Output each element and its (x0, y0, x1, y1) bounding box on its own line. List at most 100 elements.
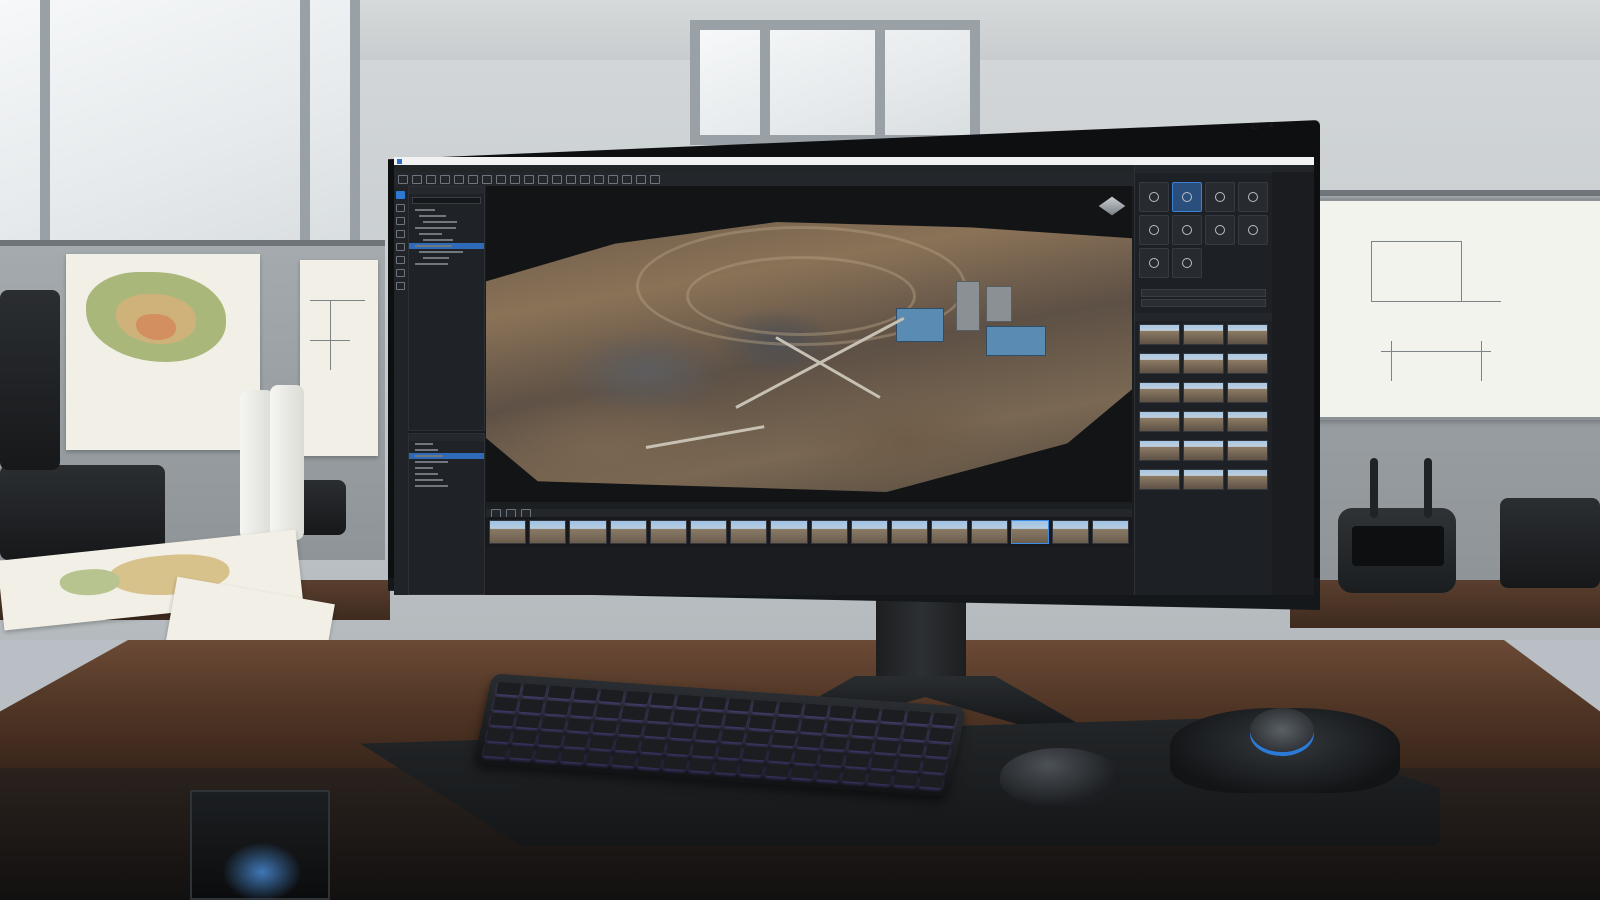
keyboard-key (624, 690, 650, 705)
photo-grid-item[interactable] (1227, 353, 1268, 379)
photo-grid-item[interactable] (1183, 440, 1224, 466)
photo-grid-item[interactable] (1227, 382, 1268, 408)
keyboard-key (518, 699, 544, 714)
sidebar-mode-icon[interactable] (396, 256, 405, 264)
toolbar-tool-icon[interactable] (594, 174, 604, 184)
window-minimize-icon[interactable]: – (1238, 122, 1242, 130)
filmstrip-photo-thumbnail[interactable] (529, 520, 567, 544)
tool-tile[interactable] (1139, 248, 1169, 278)
photo-grid-item[interactable] (1227, 324, 1268, 350)
filmstrip-photo-thumbnail[interactable] (609, 520, 647, 544)
sidebar-mode-icon[interactable] (396, 282, 405, 290)
photo-grid-item[interactable] (1139, 440, 1180, 466)
window-close-icon[interactable]: ✕ (1268, 122, 1274, 130)
toolbar-tool-icon[interactable] (636, 174, 646, 184)
photo-grid-item[interactable] (1139, 469, 1180, 495)
export-button[interactable] (1141, 299, 1266, 307)
tool-tile[interactable] (1205, 215, 1235, 245)
keyboard-key (540, 716, 567, 731)
toolbar-tool-icon[interactable] (552, 174, 562, 184)
toolbar-tool-icon[interactable] (510, 174, 520, 184)
keyboard-key (870, 755, 896, 770)
toolbar-tool-icon[interactable] (538, 174, 548, 184)
tool-tile[interactable] (1172, 182, 1202, 212)
tool-tile[interactable] (1238, 215, 1268, 245)
photo-grid-item[interactable] (1183, 353, 1224, 379)
toolbar-tool-icon[interactable] (426, 174, 436, 184)
toolbar-tool-icon[interactable] (398, 174, 408, 184)
photo-grid-item[interactable] (1139, 382, 1180, 408)
sidebar-mode-icon[interactable] (396, 269, 405, 277)
tool-tile[interactable] (1139, 215, 1169, 245)
photo-grid-item[interactable] (1183, 469, 1224, 495)
toolbar-tool-icon[interactable] (524, 174, 534, 184)
keyboard-key (566, 718, 592, 733)
filmstrip-photo-thumbnail[interactable] (649, 520, 687, 544)
filmstrip-photo-thumbnail[interactable] (931, 520, 969, 544)
sidebar-mode-icon[interactable] (396, 217, 405, 225)
toolbar-tool-icon[interactable] (454, 174, 464, 184)
keyboard-key (771, 732, 797, 747)
photo-grid-item[interactable] (1139, 411, 1180, 437)
toolbar-tool-icon[interactable] (412, 174, 422, 184)
photo-grid-item[interactable] (1227, 469, 1268, 495)
tree-item[interactable] (409, 483, 484, 489)
toolbar-tool-icon[interactable] (580, 174, 590, 184)
toolbar-tool-icon[interactable] (608, 174, 618, 184)
processing-plant-hall (986, 326, 1046, 356)
photo-grid-item[interactable] (1139, 324, 1180, 350)
keyboard-key (489, 712, 515, 727)
photo-image (1227, 324, 1268, 345)
tool-tile[interactable] (1172, 248, 1202, 278)
keyboard-key (893, 772, 919, 787)
keyboard-key (643, 723, 669, 738)
filmstrip-photo-thumbnail[interactable] (1091, 520, 1129, 544)
nav-cube-icon[interactable] (1098, 196, 1126, 216)
pc-tower (190, 790, 330, 900)
toolbar-tool-icon[interactable] (566, 174, 576, 184)
toolbar-tool-icon[interactable] (650, 174, 660, 184)
sidebar-mode-icon[interactable] (396, 230, 405, 238)
filmstrip-photo-thumbnail[interactable] (569, 520, 607, 544)
filmstrip-photo-thumbnail[interactable] (810, 520, 848, 544)
sidebar-mode-icon[interactable] (396, 191, 405, 199)
tool-tile[interactable] (1139, 182, 1169, 212)
toolbar-tool-icon[interactable] (468, 174, 478, 184)
toolbar-tool-icon[interactable] (482, 174, 492, 184)
filmstrip-photo-thumbnail[interactable] (730, 520, 768, 544)
3d-viewport[interactable] (486, 186, 1132, 502)
photo-label (1183, 345, 1224, 350)
workspace-search-input[interactable] (412, 197, 481, 204)
filmstrip-photo-thumbnail[interactable] (689, 520, 728, 544)
filmstrip-photo-thumbnail[interactable] (489, 520, 527, 544)
filmstrip-photo-thumbnail[interactable] (971, 520, 1009, 544)
sidebar-mode-icon[interactable] (396, 243, 405, 251)
keyboard-key (797, 734, 823, 749)
toolbar-tool-icon[interactable] (440, 174, 450, 184)
tree-item[interactable] (409, 261, 484, 267)
filmstrip-photo-thumbnail[interactable] (850, 520, 888, 544)
toolbar-tool-icon[interactable] (622, 174, 632, 184)
toolbar-tool-icon[interactable] (496, 174, 506, 184)
tool-tile[interactable] (1172, 215, 1202, 245)
tool-tile[interactable] (1238, 182, 1268, 212)
filmstrip-photo-thumbnail[interactable] (890, 520, 929, 544)
filmstrip-photo-thumbnail[interactable] (770, 520, 808, 544)
window-maximize-icon[interactable]: □ (1252, 122, 1259, 130)
keyboard-key (595, 704, 621, 719)
photo-grid-item[interactable] (1183, 411, 1224, 437)
photo-grid-item[interactable] (1139, 353, 1180, 379)
tool-tile[interactable] (1205, 182, 1235, 212)
photo-grid-item[interactable] (1183, 382, 1224, 408)
keyboard-key (880, 709, 906, 724)
photo-image (1183, 440, 1224, 461)
photo-grid-item[interactable] (1227, 440, 1268, 466)
photo-grid-item[interactable] (1183, 324, 1224, 350)
sidebar-mode-icon[interactable] (396, 204, 405, 212)
photo-grid-item[interactable] (1227, 411, 1268, 437)
export-button[interactable] (1141, 289, 1266, 297)
filmstrip-photo-thumbnail[interactable] (1051, 520, 1089, 544)
keyboard-key (515, 714, 541, 729)
keyboard-key (749, 715, 775, 730)
filmstrip-photo-thumbnail[interactable] (1011, 520, 1049, 544)
